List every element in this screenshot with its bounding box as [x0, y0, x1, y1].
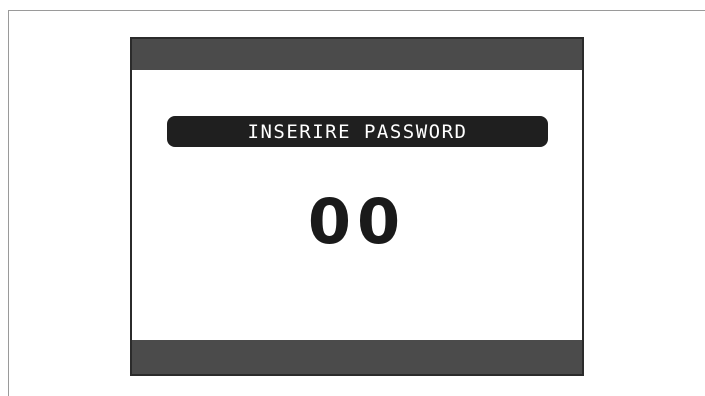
password-prompt-banner: INSERIRE PASSWORD	[167, 116, 548, 147]
top-status-bar	[132, 39, 582, 70]
password-prompt-label: INSERIRE PASSWORD	[247, 120, 468, 143]
display-screen: INSERIRE PASSWORD 00	[130, 37, 584, 376]
bottom-status-bar	[132, 340, 582, 374]
password-value-display[interactable]: 00	[132, 191, 582, 253]
